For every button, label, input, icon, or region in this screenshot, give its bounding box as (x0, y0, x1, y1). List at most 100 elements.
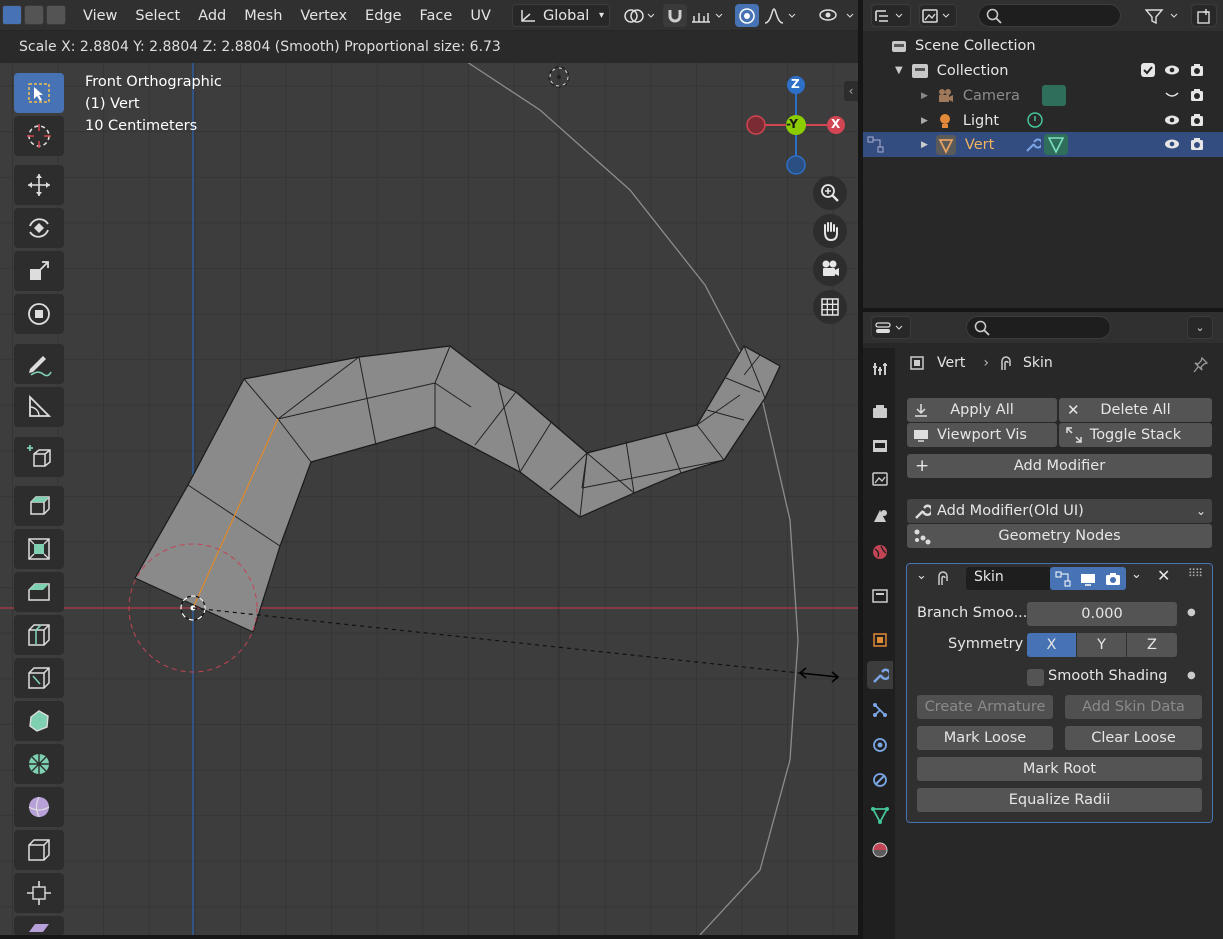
zoom-button[interactable] (813, 176, 847, 210)
options-dropdown[interactable]: ⌄ (1187, 316, 1213, 339)
ortho-toggle-button[interactable] (813, 290, 847, 324)
mesh-data-icon[interactable] (1044, 134, 1068, 155)
remove-modifier-icon[interactable]: ✕ (1157, 566, 1170, 585)
tab-data[interactable] (867, 801, 893, 829)
tab-collection[interactable] (867, 582, 893, 610)
add-cube-tool[interactable] (14, 437, 64, 477)
keyframe-dot-icon[interactable]: ● (1187, 607, 1196, 618)
area-divider-horizontal[interactable] (863, 308, 1223, 312)
add-modifier-button[interactable]: + Add Modifier (907, 454, 1212, 478)
render-camera-icon[interactable] (1189, 87, 1205, 103)
symmetry-y-toggle[interactable]: Y (1077, 633, 1126, 657)
editor-type-dropdown[interactable] (871, 4, 911, 27)
pan-button[interactable] (813, 214, 847, 248)
overlays-visibility-dropdown[interactable] (816, 4, 858, 27)
outliner-item-camera[interactable]: ▶ Camera (863, 83, 1223, 108)
measure-tool[interactable] (14, 387, 64, 427)
camera-view-button[interactable] (813, 252, 847, 286)
render-camera-icon[interactable] (1189, 112, 1205, 128)
outliner-item-light[interactable]: ▶ Light (863, 108, 1223, 133)
apply-all-button[interactable]: Apply All (907, 398, 1057, 422)
expand-arrow-icon[interactable]: ▶ (921, 140, 928, 150)
delete-all-button[interactable]: ✕ Delete All (1059, 398, 1212, 422)
proportional-falloff-dropdown[interactable] (761, 4, 801, 27)
tab-particles[interactable] (867, 696, 893, 724)
outliner-scene-collection[interactable]: Scene Collection (863, 33, 1223, 58)
menu-add[interactable]: Add (189, 8, 235, 24)
skin-mesh[interactable] (134, 345, 781, 633)
visibility-eye-icon[interactable] (1164, 62, 1180, 78)
snap-toggle-button[interactable] (663, 4, 687, 27)
transform-orientation-dropdown[interactable]: Global ▾ (512, 4, 610, 27)
face-select-mode-button[interactable] (46, 5, 66, 25)
tab-render[interactable] (867, 398, 893, 426)
create-armature-button[interactable]: Create Armature (917, 695, 1053, 719)
camera-data-icon[interactable] (1042, 85, 1066, 106)
branch-smoothing-field[interactable]: 0.000 (1027, 602, 1177, 626)
inset-faces-tool[interactable] (14, 529, 64, 569)
rotate-tool[interactable] (14, 208, 64, 248)
visibility-eye-icon[interactable] (1164, 112, 1180, 128)
add-skin-data-button[interactable]: Add Skin Data (1065, 695, 1202, 719)
edit-mode-toggle-icon[interactable] (1055, 571, 1071, 587)
visibility-eye-icon[interactable] (1164, 136, 1180, 152)
proportional-editing-button[interactable] (735, 4, 759, 27)
annotate-tool[interactable] (14, 344, 64, 384)
loop-cut-tool[interactable] (14, 615, 64, 655)
tab-world[interactable] (867, 538, 893, 566)
mark-loose-button[interactable]: Mark Loose (917, 726, 1053, 750)
viewport-toggle-icon[interactable] (1080, 571, 1096, 587)
viewport-vis-button[interactable]: Viewport Vis (907, 423, 1057, 447)
poly-build-tool[interactable] (14, 701, 64, 741)
move-tool[interactable] (14, 165, 64, 205)
symmetry-x-toggle[interactable]: X (1027, 633, 1076, 657)
tab-object[interactable] (867, 626, 893, 654)
menu-vertex[interactable]: Vertex (291, 8, 356, 24)
menu-mesh[interactable]: Mesh (235, 8, 291, 24)
select-box-tool[interactable] (14, 73, 64, 113)
filter-dropdown[interactable] (1143, 4, 1183, 27)
sidebar-toggle-arrow[interactable]: ‹ (844, 81, 858, 101)
outliner-item-vert[interactable]: ▶ Vert (863, 132, 1223, 157)
area-divider-vertical[interactable] (858, 0, 863, 939)
render-toggle-icon[interactable] (1105, 571, 1121, 587)
spin-tool[interactable] (14, 744, 64, 784)
bevel-tool[interactable] (14, 572, 64, 612)
keyframe-dot-icon[interactable]: ● (1187, 670, 1196, 681)
add-modifier-old-dropdown[interactable]: Add Modifier(Old UI) ⌄ (907, 499, 1212, 523)
expand-arrow-icon[interactable]: ▼ (895, 65, 903, 76)
exclude-checkbox[interactable] (1141, 63, 1155, 77)
geometry-nodes-button[interactable]: Geometry Nodes (907, 524, 1212, 548)
scale-tool[interactable] (14, 251, 64, 291)
transform-tool[interactable] (14, 294, 64, 334)
editor-type-dropdown[interactable] (871, 316, 911, 339)
equalize-radii-button[interactable]: Equalize Radii (917, 788, 1202, 812)
smooth-tool[interactable] (14, 787, 64, 827)
snap-target-dropdown[interactable] (688, 4, 728, 27)
outliner-search-input[interactable] (978, 4, 1121, 27)
light-data-icon[interactable] (1026, 111, 1044, 129)
expand-arrow-icon[interactable]: ▶ (921, 91, 928, 101)
properties-search-input[interactable] (966, 316, 1111, 339)
smooth-shading-checkbox[interactable] (1027, 669, 1044, 686)
symmetry-z-toggle[interactable]: Z (1127, 633, 1177, 657)
menu-view[interactable]: View (74, 8, 126, 24)
extrude-tool[interactable] (14, 486, 64, 526)
tab-output[interactable] (867, 432, 893, 460)
pin-icon[interactable] (1192, 356, 1208, 374)
viewport-canvas[interactable] (0, 31, 858, 935)
cursor-tool[interactable] (14, 116, 64, 156)
3d-viewport[interactable]: Scale X: 2.8804 Y: 2.8804 Z: 2.8804 (Smo… (0, 31, 858, 935)
tab-constraints[interactable] (867, 766, 893, 794)
tab-scene[interactable] (867, 502, 893, 530)
tab-tool[interactable] (867, 354, 893, 382)
modifier-options-chevron-icon[interactable]: ⌄ (1131, 567, 1142, 582)
menu-uv[interactable]: UV (461, 8, 500, 24)
pivot-point-dropdown[interactable] (618, 4, 658, 27)
menu-select[interactable]: Select (126, 8, 189, 24)
edge-slide-tool[interactable] (14, 830, 64, 870)
tab-view-layer[interactable] (867, 466, 893, 494)
mark-root-button[interactable]: Mark Root (917, 757, 1202, 781)
collapse-chevron-icon[interactable]: ⌄ (916, 568, 927, 583)
wrench-icon[interactable] (1023, 136, 1041, 154)
